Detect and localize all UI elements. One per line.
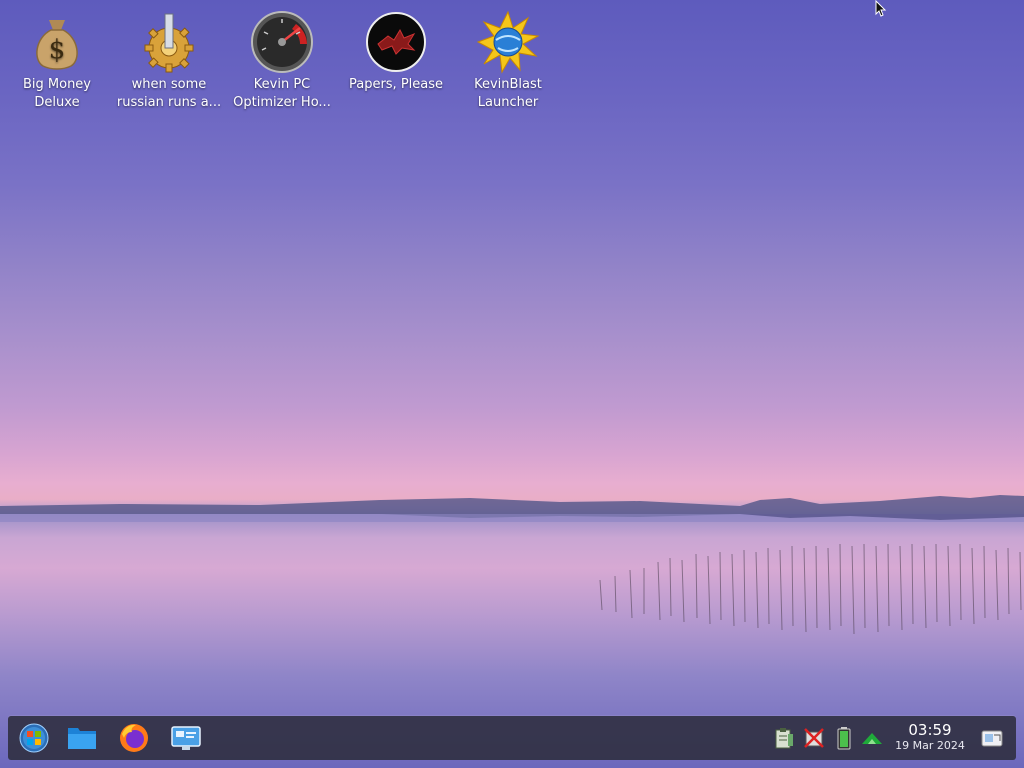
start-menu-icon xyxy=(19,723,49,753)
desktop-icon-kevin-pc-optimizer[interactable]: Kevin PC Optimizer Ho... xyxy=(227,4,337,112)
desktop-icon-russian-runs[interactable]: when some russian runs a... xyxy=(114,4,224,112)
money-bag-icon: $ xyxy=(36,20,78,70)
desktop-icon-papers-please[interactable]: Papers, Please xyxy=(341,4,451,94)
taskbar: 03:59 19 Mar 2024 xyxy=(8,716,1016,760)
desktop-icon-label: KevinBlast Launcher xyxy=(474,77,542,110)
svg-text:$: $ xyxy=(49,35,66,65)
desktop-icon-label: Kevin PC Optimizer Ho... xyxy=(233,77,331,110)
firefox-icon xyxy=(120,724,148,752)
wallpaper-horizon xyxy=(0,495,1024,522)
system-settings-icon xyxy=(171,726,201,750)
file-manager-icon xyxy=(68,728,96,749)
clock-time: 03:59 xyxy=(908,721,952,739)
file-manager-button[interactable] xyxy=(64,722,100,754)
speedometer-icon xyxy=(251,11,313,73)
battery-tray-button[interactable] xyxy=(832,726,856,750)
desktop: $ Big Money Deluxe when some russian run… xyxy=(0,0,1024,768)
desktop-icon-kevinblast-launcher[interactable]: KevinBlast Launcher xyxy=(453,4,563,112)
eagle-emblem-icon xyxy=(366,12,426,72)
show-desktop-button[interactable] xyxy=(980,726,1004,750)
desktop-icon-big-money-deluxe[interactable]: $ Big Money Deluxe xyxy=(2,4,112,112)
desktop-icon-label: Papers, Please xyxy=(348,77,444,92)
update-notifier-icon xyxy=(862,733,882,744)
desktop-icon-label: Big Money Deluxe xyxy=(22,77,91,110)
start-menu-button[interactable] xyxy=(16,722,52,754)
clipboard-tray-button[interactable] xyxy=(772,726,796,750)
desktop-icon-label: when some russian runs a... xyxy=(116,77,222,110)
battery-icon xyxy=(837,727,851,750)
clock-date: 19 Mar 2024 xyxy=(895,739,965,752)
update-tray-button[interactable] xyxy=(860,726,884,750)
clock[interactable]: 03:59 19 Mar 2024 xyxy=(888,722,972,753)
network-disconnected-icon xyxy=(804,728,824,748)
gear-icon xyxy=(144,13,194,73)
network-tray-button[interactable] xyxy=(802,726,826,750)
mouse-cursor-icon xyxy=(875,0,887,17)
firefox-button[interactable] xyxy=(116,722,152,754)
globe-burst-icon xyxy=(476,10,540,74)
clipboard-icon xyxy=(775,728,793,749)
wallpaper-reeds xyxy=(599,543,1022,635)
show-desktop-icon xyxy=(981,730,1003,747)
system-settings-button[interactable] xyxy=(168,722,204,754)
